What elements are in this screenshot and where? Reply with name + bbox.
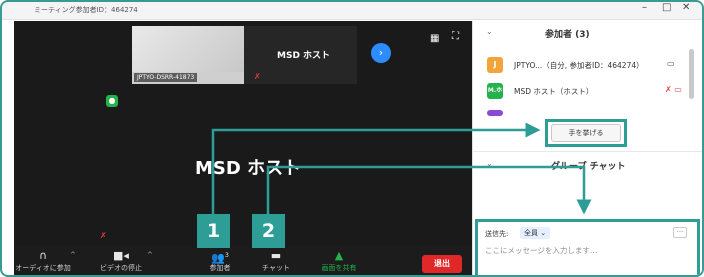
participants-icon: 👥3 (211, 251, 229, 265)
participant-name: JPTYO...（自分, 参加者ID：464274） (514, 61, 644, 70)
join-audio-button[interactable]: ∩ オーディオに参加 (14, 249, 72, 273)
headphone-icon: ∩ (38, 249, 48, 262)
meeting-id-label: ミーティング参加者ID：464274 (34, 6, 138, 14)
security-shield-icon[interactable]: ● (106, 95, 118, 107)
chat-title: グループ チャット (551, 162, 626, 172)
avatar (487, 110, 503, 116)
step-badge-2: 2 (252, 214, 285, 248)
stop-video-label: ビデオの停止 (100, 264, 142, 272)
chat-message-input[interactable]: ここにメッセージを入力します… (485, 245, 597, 256)
participants-title: 参加者 (3) (545, 30, 590, 40)
more-options-icon[interactable]: ··· (673, 227, 687, 238)
chevron-right-icon[interactable]: › (371, 43, 391, 63)
participant-row-self[interactable]: J JPTYO...（自分, 参加者ID：464274） ▭ (487, 57, 697, 77)
maximize-button[interactable]: □ (662, 2, 671, 13)
host-thumbnail-name: MSD ホスト (277, 51, 331, 61)
zoom-window: ミーティング参加者ID：464274 – □ ✕ JPTYO-DSRR-4187… (0, 0, 704, 277)
video-icon: ▭ (667, 59, 675, 68)
main-speaker-name: MSD ホスト (195, 158, 302, 179)
host-muted-icon: ✗ (254, 72, 261, 81)
thumbnail-strip: JPTYO-DSRR-41873 ✗ MSD ホスト (132, 26, 357, 84)
step-badge-1: 1 (197, 214, 230, 248)
join-audio-label: オーディオに参加 (15, 264, 71, 272)
avatar: M.ホ (487, 83, 503, 99)
participants-count: 3 (224, 252, 229, 259)
participant-row-host[interactable]: M.ホ MSD ホスト（ホスト） ✗ ▭ (487, 83, 697, 103)
gallery-view-icon[interactable]: ▦ (430, 33, 439, 44)
muted-mic-video-icon: ✗ ▭ (665, 85, 682, 94)
leave-button[interactable]: 退出 (422, 255, 462, 273)
chevron-down-icon[interactable]: ⌄ (486, 159, 493, 168)
send-to-value: 全員 (524, 229, 538, 237)
participants-header: ⌄ 参加者 (3) (473, 21, 702, 45)
participants-label: 参加者 (209, 264, 231, 272)
chat-label: チャット (262, 264, 290, 272)
self-muted-icon: ✗ (100, 231, 107, 240)
chat-header: ⌄ グループ チャット (473, 151, 702, 175)
meeting-toolbar: ∩ オーディオに参加 ^ ■◂ ビデオの停止 ^ 👥3 参加者 ▬ チャット ▲… (14, 247, 472, 275)
self-video-background (132, 26, 244, 72)
minimize-button[interactable]: – (642, 2, 647, 13)
send-to-select[interactable]: 全員 ⌄ (520, 227, 551, 239)
share-screen-icon: ▲ (334, 249, 344, 262)
raise-hand-button[interactable]: 手を挙げる (551, 124, 621, 142)
video-area: JPTYO-DSRR-41873 ✗ MSD ホスト › ▦ ⛶ ● MSD ホ… (14, 21, 472, 247)
self-video-thumbnail[interactable]: JPTYO-DSRR-41873 (132, 26, 244, 84)
close-button[interactable]: ✕ (682, 2, 690, 13)
share-screen-label: 画面を共有 (321, 264, 357, 272)
participant-name: MSD ホスト（ホスト） (514, 87, 594, 96)
audio-options-caret[interactable]: ^ (70, 251, 76, 259)
video-options-caret[interactable]: ^ (147, 251, 153, 259)
avatar: J (487, 57, 503, 73)
self-thumbnail-name: JPTYO-DSRR-41873 (134, 73, 198, 82)
send-to-label: 送信先: (485, 230, 509, 238)
participants-button[interactable]: 👥3 参加者 (200, 249, 240, 273)
chat-icon: ▬ (270, 249, 282, 262)
side-panel: ⌄ 参加者 (3) J JPTYO...（自分, 参加者ID：464274） ▭… (472, 21, 702, 275)
share-screen-button[interactable]: ▲ 画面を共有 (316, 249, 362, 273)
chat-button[interactable]: ▬ チャット (258, 249, 294, 273)
title-bar: ミーティング参加者ID：464274 – □ ✕ (2, 2, 702, 20)
video-camera-icon: ■◂ (113, 249, 129, 262)
stop-video-button[interactable]: ■◂ ビデオの停止 (94, 249, 148, 273)
chevron-down-icon[interactable]: ⌄ (486, 27, 493, 36)
fullscreen-icon[interactable]: ⛶ (452, 31, 459, 42)
